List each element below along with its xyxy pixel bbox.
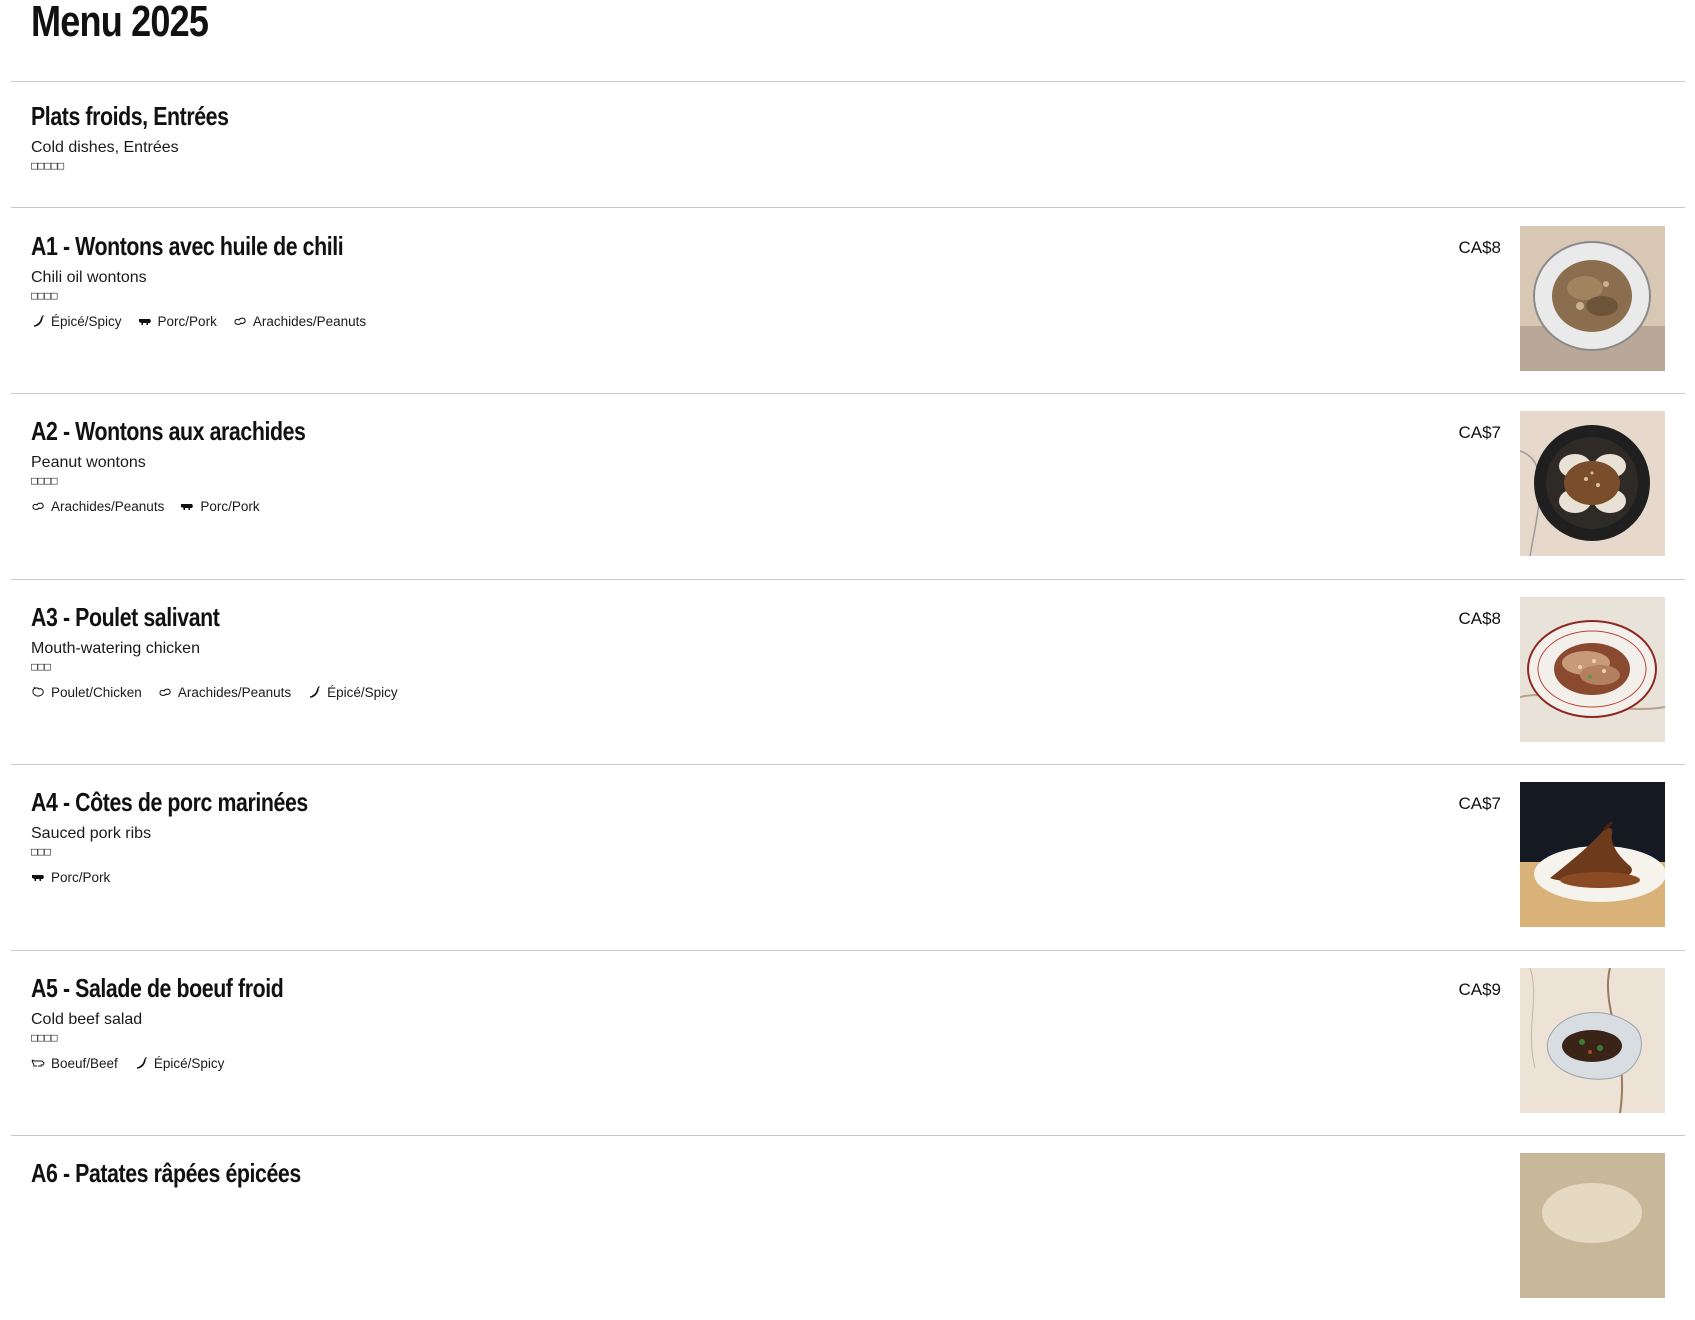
item-price: CA$7 — [1458, 794, 1501, 813]
tag-pork: Porc/Pork — [31, 870, 110, 885]
item-price: CA$8 — [1458, 238, 1501, 257]
item-title: A2 - Wontons aux arachides — [31, 416, 306, 446]
mouth-watering-chicken-photo[interactable] — [1520, 597, 1665, 742]
next-item-photo[interactable] — [1520, 1153, 1665, 1298]
item-title: A4 - Côtes de porc marinées — [31, 787, 308, 817]
tag-spicy: Épicé/Spicy — [134, 1055, 225, 1071]
item-subtitle: Chili oil wontons — [31, 269, 147, 286]
item-title: A5 - Salade de boeuf froid — [31, 973, 284, 1003]
item-title-chinese: □□□□ — [31, 289, 58, 302]
chili-icon — [307, 685, 321, 699]
item-title-chinese: □□□□ — [31, 1031, 58, 1044]
tag-peanuts: Arachides/Peanuts — [31, 499, 164, 514]
item-price: CA$8 — [1458, 609, 1501, 628]
tag-label: Épicé/Spicy — [327, 684, 398, 700]
tag-label: Porc/Pork — [157, 313, 217, 329]
menu-item-text: A4 - Côtes de porc marinées Sauced pork … — [31, 786, 369, 886]
menu-item[interactable]: A6 - Patates râpées épicées — [11, 1135, 1685, 1320]
chicken-icon — [31, 685, 45, 699]
cold-beef-salad-photo[interactable] — [1520, 968, 1665, 1113]
tag-label: Porc/Pork — [51, 869, 111, 885]
tag-chicken: Poulet/Chicken — [31, 685, 142, 700]
cow-icon — [31, 1056, 45, 1070]
menu-item[interactable]: A3 - Poulet salivant Mouth-watering chic… — [11, 579, 1685, 764]
section-title: Plats froids, Entrées — [31, 101, 229, 131]
tag-pork: Porc/Pork — [180, 498, 260, 514]
menu-item[interactable]: A5 - Salade de boeuf froid Cold beef sal… — [11, 950, 1685, 1135]
chili-oil-wontons-photo[interactable] — [1520, 226, 1665, 371]
tag-spicy: Épicé/Spicy — [31, 314, 122, 329]
item-title-chinese: □□□□ — [31, 474, 58, 487]
pig-icon — [138, 314, 152, 328]
item-subtitle: Peanut wontons — [31, 454, 146, 471]
dietary-tags: Poulet/Chicken Arachides/Peanuts Épicé/S… — [31, 683, 414, 701]
chili-icon — [134, 1056, 148, 1070]
peanut-wontons-photo[interactable] — [1520, 411, 1665, 556]
item-title-chinese: □□□ — [31, 845, 51, 858]
peanut-icon — [31, 499, 45, 513]
item-price: CA$7 — [1458, 423, 1501, 442]
section-title-chinese: □□□□□ — [31, 159, 65, 172]
chili-icon — [31, 314, 45, 328]
dietary-tags: Arachides/Peanuts Porc/Pork — [31, 497, 366, 515]
tag-label: Épicé/Spicy — [153, 1055, 225, 1071]
item-subtitle: Mouth-watering chicken — [31, 640, 200, 657]
menu-item[interactable]: A2 - Wontons aux arachides Peanut wonton… — [11, 393, 1685, 578]
page-title: Menu 2025 — [31, 0, 209, 46]
dietary-tags: Épicé/Spicy Porc/Pork Arachides/Peanuts — [31, 312, 412, 330]
peanut-icon — [158, 685, 172, 699]
item-title: A6 - Patates râpées épicées — [31, 1158, 301, 1188]
section-header: Plats froids, Entrées Cold dishes, Entré… — [31, 100, 272, 173]
item-price: CA$9 — [1458, 980, 1501, 999]
dietary-tags: Porc/Pork — [31, 868, 369, 886]
item-title: A1 - Wontons avec huile de chili — [31, 231, 344, 261]
tag-label: Arachides/Peanuts — [51, 498, 165, 514]
tag-label: Arachides/Peanuts — [252, 313, 367, 329]
menu-item-text: A3 - Poulet salivant Mouth-watering chic… — [31, 601, 414, 701]
peanut-icon — [233, 314, 247, 328]
tag-label: Porc/Pork — [200, 498, 260, 514]
item-title-chinese: □□□ — [31, 660, 51, 673]
divider — [11, 81, 1685, 82]
tag-peanuts: Arachides/Peanuts — [158, 685, 291, 700]
tag-label: Boeuf/Beef — [51, 1055, 118, 1071]
item-subtitle: Sauced pork ribs — [31, 825, 152, 842]
pig-icon — [31, 870, 45, 884]
pig-icon — [180, 499, 194, 513]
tag-label: Arachides/Peanuts — [177, 684, 292, 700]
tag-spicy: Épicé/Spicy — [307, 685, 398, 700]
tag-beef: Boeuf/Beef — [31, 1056, 118, 1071]
sauced-pork-ribs-photo[interactable] — [1520, 782, 1665, 927]
tag-label: Poulet/Chicken — [51, 684, 142, 700]
menu-item[interactable]: A1 - Wontons avec huile de chili Chili o… — [11, 208, 1685, 393]
menu-item[interactable]: A4 - Côtes de porc marinées Sauced pork … — [11, 764, 1685, 949]
tag-label: Épicé/Spicy — [51, 313, 122, 329]
item-subtitle: Cold beef salad — [31, 1011, 143, 1028]
tag-peanuts: Arachides/Peanuts — [233, 314, 366, 329]
menu-item-text: A2 - Wontons aux arachides Peanut wonton… — [31, 415, 366, 515]
item-title: A3 - Poulet salivant — [31, 602, 220, 632]
menu-item-text: A6 - Patates râpées épicées — [31, 1157, 360, 1189]
tag-pork: Porc/Pork — [138, 314, 217, 329]
menu-item-text: A5 - Salade de boeuf froid Cold beef sal… — [31, 972, 339, 1072]
dietary-tags: Boeuf/Beef Épicé/Spicy — [31, 1054, 339, 1072]
section-subtitle: Cold dishes, Entrées — [31, 139, 179, 156]
menu-item-text: A1 - Wontons avec huile de chili Chili o… — [31, 230, 412, 330]
